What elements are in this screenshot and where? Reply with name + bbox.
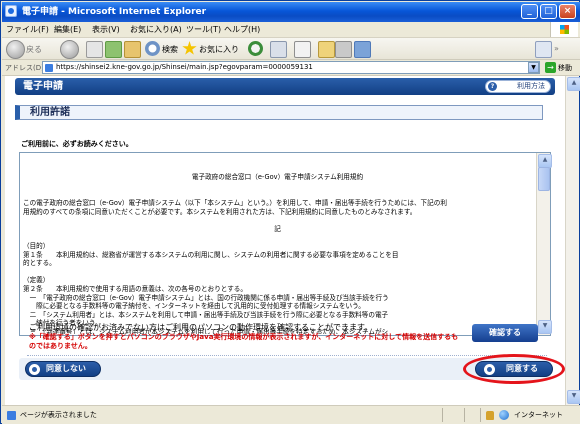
status-bar: ページが表示されました インターネット xyxy=(2,405,580,424)
terms-line: 的とする。 xyxy=(23,259,56,268)
stop-icon[interactable] xyxy=(86,41,103,58)
scroll-up-icon[interactable]: ▲ xyxy=(567,77,580,91)
status-divider xyxy=(442,408,443,422)
scroll-thumb[interactable] xyxy=(538,167,550,191)
window-title: 電子申請 - Microsoft Internet Explorer xyxy=(22,7,207,17)
site-title: 電子申請 xyxy=(23,81,63,92)
menu-file[interactable]: ファイル(F) xyxy=(6,24,49,35)
go-button[interactable]: 移動 xyxy=(558,63,572,73)
scroll-up-icon[interactable]: ▲ xyxy=(538,154,552,168)
help-label: 利用方法 xyxy=(517,82,545,90)
terms-line: 第１条 本利用規約は、総務省が運営する本システムの利用に関し、システムの利用者に… xyxy=(23,250,399,259)
terms-line: 際に必要となる手数料等の電子納付を、インターネットを経由して汎用的に受付処理する… xyxy=(23,302,365,311)
page-title: 利用許諾 xyxy=(30,107,70,118)
tools-icon[interactable] xyxy=(335,41,352,58)
print-icon[interactable] xyxy=(294,41,311,58)
menu-view[interactable]: 表示(V) xyxy=(92,24,120,35)
menu-help[interactable]: ヘルプ(H) xyxy=(224,24,260,35)
terms-scrollbar[interactable]: ▲ ▼ xyxy=(536,153,552,335)
refresh-icon[interactable] xyxy=(105,41,122,58)
page-done-icon xyxy=(7,411,16,420)
address-bar: アドレス(D) https://shinsei2.kne-gov.go.jp/S… xyxy=(2,60,580,76)
disagree-label: 同意しない xyxy=(46,364,86,373)
search-icon[interactable] xyxy=(145,41,160,56)
menu-bar: ファイル(F) 編集(E) 表示(V) お気に入り(A) ツール(T) ヘルプ(… xyxy=(2,22,580,38)
address-label: アドレス(D) xyxy=(5,64,44,72)
site-banner: 電子申請 ? 利用方法 xyxy=(15,78,555,95)
address-input[interactable]: https://shinsei2.kne-gov.go.jp/Shinsei/m… xyxy=(42,61,540,74)
page-menu-icon[interactable] xyxy=(535,41,552,58)
internet-zone-icon xyxy=(499,410,509,420)
mail-icon[interactable] xyxy=(270,41,287,58)
window-titlebar[interactable]: 電子申請 - Microsoft Internet Explorer xyxy=(2,2,580,22)
go-arrow-icon[interactable]: → xyxy=(545,62,556,73)
terms-text: 電子政府の総合窓口（e-Gov）電子申請システム利用規約 この電子政府の総合窓口… xyxy=(23,156,532,334)
highlight-circle xyxy=(463,354,565,384)
menu-favorites[interactable]: お気に入り(A) xyxy=(130,24,182,35)
terms-line xyxy=(23,268,532,277)
terms-line: 用規約のすべての条項に同意いただくことが必要です。本システムを利用された方は、下… xyxy=(23,207,417,216)
terms-line: 一 「電子政府の総合窓口（e-Gov）電子申請システム」とは、国の行政機関に係る… xyxy=(23,293,389,302)
environment-note: ※「確認する」ボタンを押すとパソコンのブラウザやJava実行環境の情報が表示され… xyxy=(29,333,459,350)
browser-window: 電子申請 - Microsoft Internet Explorer _ □ ×… xyxy=(0,0,580,424)
zone-text: インターネット xyxy=(514,411,563,419)
favorites-star-icon[interactable] xyxy=(182,41,197,55)
page-icon xyxy=(45,64,53,72)
terms-line: 第２条 本利用規約で使用する用語の意義は、次の各号のとおりとする。 xyxy=(23,284,247,293)
terms-line: （目的） xyxy=(23,241,50,250)
help-icon: ? xyxy=(488,82,497,91)
page-scrollbar[interactable]: ▲ ▼ xyxy=(565,76,580,405)
terms-line: （定義） xyxy=(23,276,50,285)
scroll-down-icon[interactable]: ▼ xyxy=(538,320,552,334)
search-label[interactable]: 検索 xyxy=(162,44,178,55)
intro-label: ご利用前に、必ずお読みください。 xyxy=(21,140,133,148)
favorites-label[interactable]: お気に入り xyxy=(199,44,239,55)
windows-logo-icon xyxy=(550,22,578,37)
terms-line: この電子政府の総合窓口（e-Gov）電子申請システム（以下「本システム」という。… xyxy=(23,198,447,207)
status-divider xyxy=(480,408,481,422)
menu-tools[interactable]: ツール(T) xyxy=(186,24,221,35)
home-icon[interactable] xyxy=(124,41,141,58)
ie-app-icon[interactable] xyxy=(5,5,17,17)
environment-text: ご利用環境の確認がお済みでない方はご利用のパソコンの動作環境を確認することができ… xyxy=(29,323,373,332)
disagree-icon xyxy=(29,364,40,375)
links-icon[interactable]: » xyxy=(554,44,559,53)
forward-arrow-icon[interactable] xyxy=(60,40,79,59)
history-icon[interactable] xyxy=(248,41,263,56)
terms-line xyxy=(23,233,532,242)
help-button[interactable]: ? 利用方法 xyxy=(485,80,551,93)
lock-icon[interactable] xyxy=(486,411,494,420)
menu-edit[interactable]: 編集(E) xyxy=(54,24,81,35)
back-label[interactable]: 戻る xyxy=(26,44,42,55)
back-arrow-icon[interactable] xyxy=(6,40,25,59)
status-divider xyxy=(464,408,465,422)
status-text: ページが表示されました xyxy=(20,411,97,419)
terms-lines: この電子政府の総合窓口（e-Gov）電子申請システム（以下「本システム」という。… xyxy=(23,199,532,334)
terms-line: 記 xyxy=(274,224,281,233)
terms-line xyxy=(23,216,532,225)
terms-textarea[interactable]: 電子政府の総合窓口（e-Gov）電子申請システム利用規約 この電子政府の総合窓口… xyxy=(19,152,552,336)
page-content: 電子申請 ? 利用方法 利用許諾 ご利用前に、必ずお読みください。 電子政府の総… xyxy=(5,76,565,405)
folder-icon[interactable] xyxy=(318,41,335,58)
scroll-down-icon[interactable]: ▼ xyxy=(567,390,580,404)
toolbar: 戻る 検索 お気に入り » xyxy=(2,38,580,60)
close-button[interactable]: × xyxy=(559,4,576,19)
terms-heading: 電子政府の総合窓口（e-Gov）電子申請システム利用規約 xyxy=(191,173,364,182)
disagree-button[interactable]: 同意しない xyxy=(25,361,101,377)
terms-line: 二 「システム利用者」とは、本システムを利用して申請・届出等手続及び当該手続を行… xyxy=(23,310,389,319)
address-dropdown-icon[interactable]: ▼ xyxy=(528,62,539,73)
divider xyxy=(27,355,547,356)
minimize-button[interactable]: _ xyxy=(521,4,538,19)
page-title-box: 利用許諾 xyxy=(15,105,543,120)
check-environment-button[interactable]: 確認する xyxy=(472,324,538,342)
maximize-button[interactable]: □ xyxy=(540,4,557,19)
messenger-icon[interactable] xyxy=(354,41,371,58)
